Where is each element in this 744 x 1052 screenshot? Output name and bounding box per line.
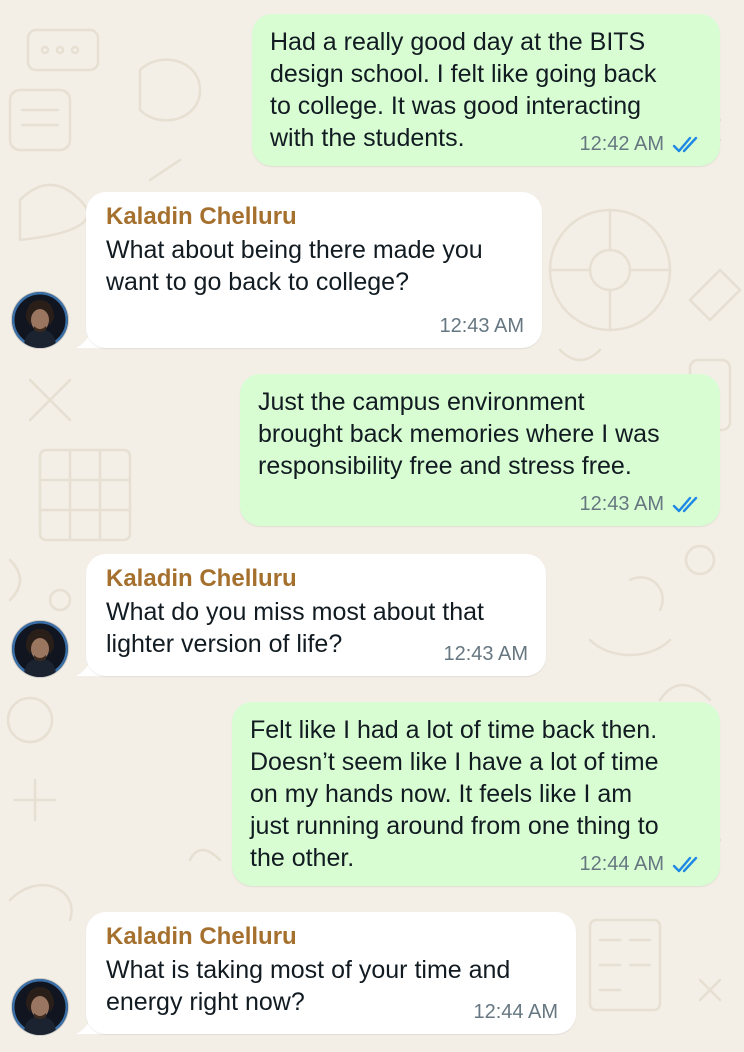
double-check-icon [672, 136, 698, 152]
message-bubble-incoming[interactable]: Kaladin Chelluru What is taking most of … [86, 912, 576, 1034]
message-meta: 12:43 AM [443, 643, 528, 666]
double-check-icon [672, 496, 698, 512]
contact-avatar[interactable] [12, 621, 68, 677]
message-meta: 12:42 AM [579, 133, 702, 156]
message-text: Just the campus environment brought back… [258, 388, 660, 480]
message-bubble-outgoing[interactable]: Had a really good day at the BITS design… [252, 14, 720, 166]
message-time: 12:43 AM [443, 643, 528, 665]
message-text: Felt like I had a lot of time back then.… [250, 716, 659, 872]
message-meta: 12:44 AM [579, 853, 702, 876]
message-bubble-incoming[interactable]: Kaladin Chelluru What about being there … [86, 192, 542, 348]
double-check-icon [672, 856, 698, 872]
message-meta: 12:44 AM [473, 1001, 558, 1024]
contact-avatar[interactable] [12, 979, 68, 1035]
sender-name: Kaladin Chelluru [106, 203, 297, 230]
message-bubble-incoming[interactable]: Kaladin Chelluru What do you miss most a… [86, 554, 546, 676]
message-text: What about being there made you want to … [106, 236, 483, 296]
message-text: What do you miss most about that lighter… [106, 598, 484, 658]
message-bubble-outgoing[interactable]: Just the campus environment brought back… [240, 374, 720, 526]
message-text: What is taking most of your time and ene… [106, 956, 511, 1016]
message-time: 12:43 AM [439, 315, 524, 337]
message-time: 12:44 AM [473, 1001, 558, 1023]
contact-avatar[interactable] [12, 292, 68, 348]
message-time: 12:42 AM [579, 133, 664, 155]
message-bubble-outgoing[interactable]: Felt like I had a lot of time back then.… [232, 702, 720, 886]
message-meta: 12:43 AM [439, 315, 524, 338]
message-time: 12:44 AM [579, 853, 664, 875]
message-time: 12:43 AM [579, 493, 664, 515]
message-meta: 12:43 AM [579, 493, 702, 516]
sender-name: Kaladin Chelluru [106, 923, 297, 950]
sender-name: Kaladin Chelluru [106, 565, 297, 592]
